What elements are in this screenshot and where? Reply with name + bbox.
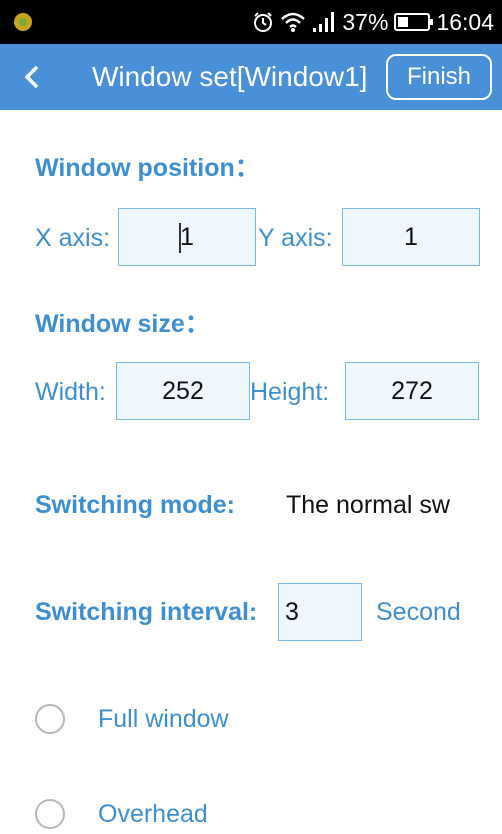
status-icons: 37% 16:04: [246, 0, 494, 44]
width-label: Width:: [35, 378, 106, 406]
option-label: Full window: [98, 704, 229, 733]
option-overhead[interactable]: Overhead: [35, 794, 208, 834]
battery-icon: [394, 13, 434, 31]
y-axis-label: Y axis:: [258, 224, 333, 252]
finish-button[interactable]: Finish: [386, 54, 492, 100]
alarm-icon: [252, 11, 274, 33]
radio-button[interactable]: [35, 799, 65, 829]
width-input[interactable]: 252: [116, 362, 250, 420]
app-icon: [14, 13, 32, 31]
wifi-icon: [280, 11, 306, 33]
window-position-label: Window position：: [35, 154, 260, 182]
title-bar: Window set[Window1] Finish: [0, 44, 502, 110]
switching-interval-input[interactable]: 3: [278, 583, 362, 641]
switching-mode-label: Switching mode:: [35, 491, 235, 519]
radio-button[interactable]: [35, 704, 65, 734]
interval-unit-label: Second: [376, 598, 461, 626]
x-axis-input[interactable]: 1: [118, 208, 256, 266]
battery-percent: 37%: [342, 8, 389, 35]
height-input[interactable]: 272: [345, 362, 479, 420]
x-axis-label: X axis:: [35, 224, 111, 252]
status-time: 16:04: [436, 8, 494, 35]
switching-interval-label: Switching interval:: [35, 598, 258, 626]
y-axis-input[interactable]: 1: [342, 208, 480, 266]
back-button[interactable]: [22, 44, 68, 110]
text-caret: [179, 223, 181, 253]
status-bar: 37% 16:04: [0, 0, 502, 44]
switching-mode-value[interactable]: The normal sw: [286, 491, 450, 520]
height-label: Height:: [250, 378, 330, 406]
x-axis-value: 1: [180, 223, 194, 251]
signal-icon: [312, 11, 336, 33]
window-size-label: Window size：: [35, 310, 210, 338]
chevron-left-icon: [24, 65, 39, 89]
option-full-window[interactable]: Full window: [35, 699, 229, 739]
page-title: Window set[Window1]: [92, 61, 368, 92]
battery-fill: [398, 17, 409, 27]
option-label: Overhead: [98, 799, 208, 828]
